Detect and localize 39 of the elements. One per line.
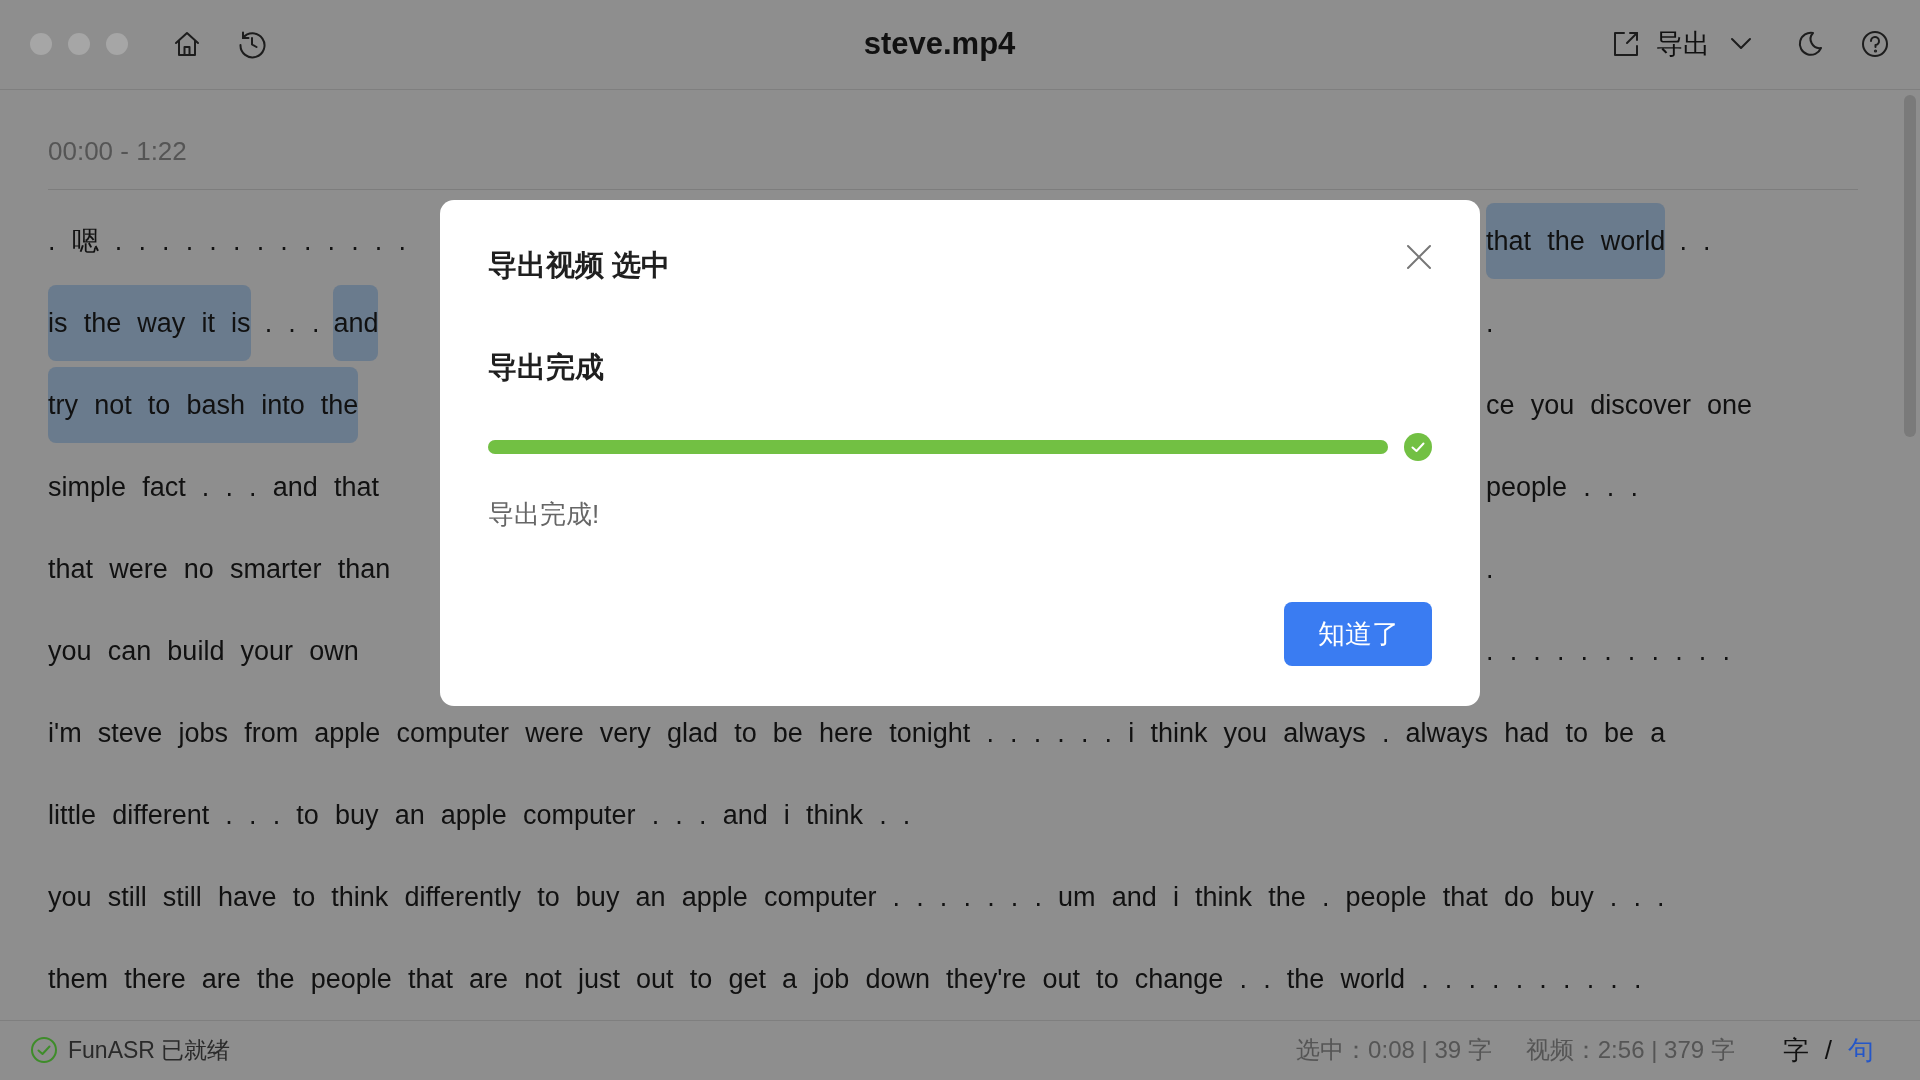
dialog-heading: 导出完成: [488, 349, 605, 385]
transcript-text[interactable]: . 嗯 . . . . . . . . . . . . .: [48, 202, 406, 279]
transcript-text[interactable]: people . . .: [1486, 448, 1638, 525]
time-range-label: 00:00 - 1:22: [48, 134, 188, 168]
confirm-button[interactable]: 知道了: [1284, 602, 1432, 666]
check-circle-icon: [30, 1036, 58, 1065]
selection-stats: 选中：0:08 | 39 字: [1296, 1035, 1492, 1066]
transcript-text[interactable]: simple fact . . . and that: [48, 448, 379, 525]
transcript-text[interactable]: .: [1486, 284, 1494, 361]
selected-transcript-text[interactable]: try not to bash into the: [48, 366, 359, 443]
transcript-text[interactable]: . . . . . . . . . . .: [1486, 612, 1730, 689]
close-icon: [1406, 244, 1432, 270]
transcript-text[interactable]: you can build your own: [48, 612, 359, 689]
separator: /: [1824, 1033, 1832, 1067]
window-title: steve.mp4: [863, 26, 1016, 62]
help-icon[interactable]: [1860, 29, 1890, 60]
transcript-text[interactable]: . . .: [264, 284, 320, 361]
moon-icon[interactable]: [1796, 30, 1824, 59]
selected-transcript-text[interactable]: is the way it is: [48, 284, 251, 361]
transcript-text[interactable]: ce you discover one: [1486, 366, 1753, 443]
video-stats: 视频：2:56 | 379 字: [1525, 1035, 1735, 1066]
mode-toggle[interactable]: 字: [1782, 1030, 1809, 1070]
selected-transcript-text[interactable]: and: [333, 284, 379, 361]
transcript-text[interactable]: you still still have to think differently to buy an apple computer . . . . . . . um and i think the . people that do buy . . .: [48, 858, 1665, 935]
engine-status: FunASR 已就绪: [68, 1036, 231, 1066]
transcript-text[interactable]: them there are the people that are not just out to get a job down they're out to change . . the world . . . . . . . . . .: [48, 940, 1642, 1017]
transcript-text[interactable]: . .: [1679, 202, 1711, 279]
transcript-text[interactable]: little different . . . to buy an apple computer . . . and i think . .: [48, 776, 911, 853]
export-menu-button[interactable]: 导出: [1612, 24, 1752, 65]
transcript-text[interactable]: that were no smarter than: [48, 530, 391, 607]
dialog-message: 导出完成!: [488, 498, 601, 531]
close-button[interactable]: [1406, 244, 1432, 270]
export-icon: [1612, 30, 1640, 59]
success-check-icon: [1404, 433, 1432, 461]
transcript-text[interactable]: .: [1486, 530, 1494, 607]
dialog-title: 导出视频 选中: [488, 248, 671, 283]
selected-transcript-text[interactable]: that the world: [1486, 202, 1666, 279]
chevron-down-icon: [1730, 37, 1752, 52]
history-icon[interactable]: [237, 29, 267, 60]
